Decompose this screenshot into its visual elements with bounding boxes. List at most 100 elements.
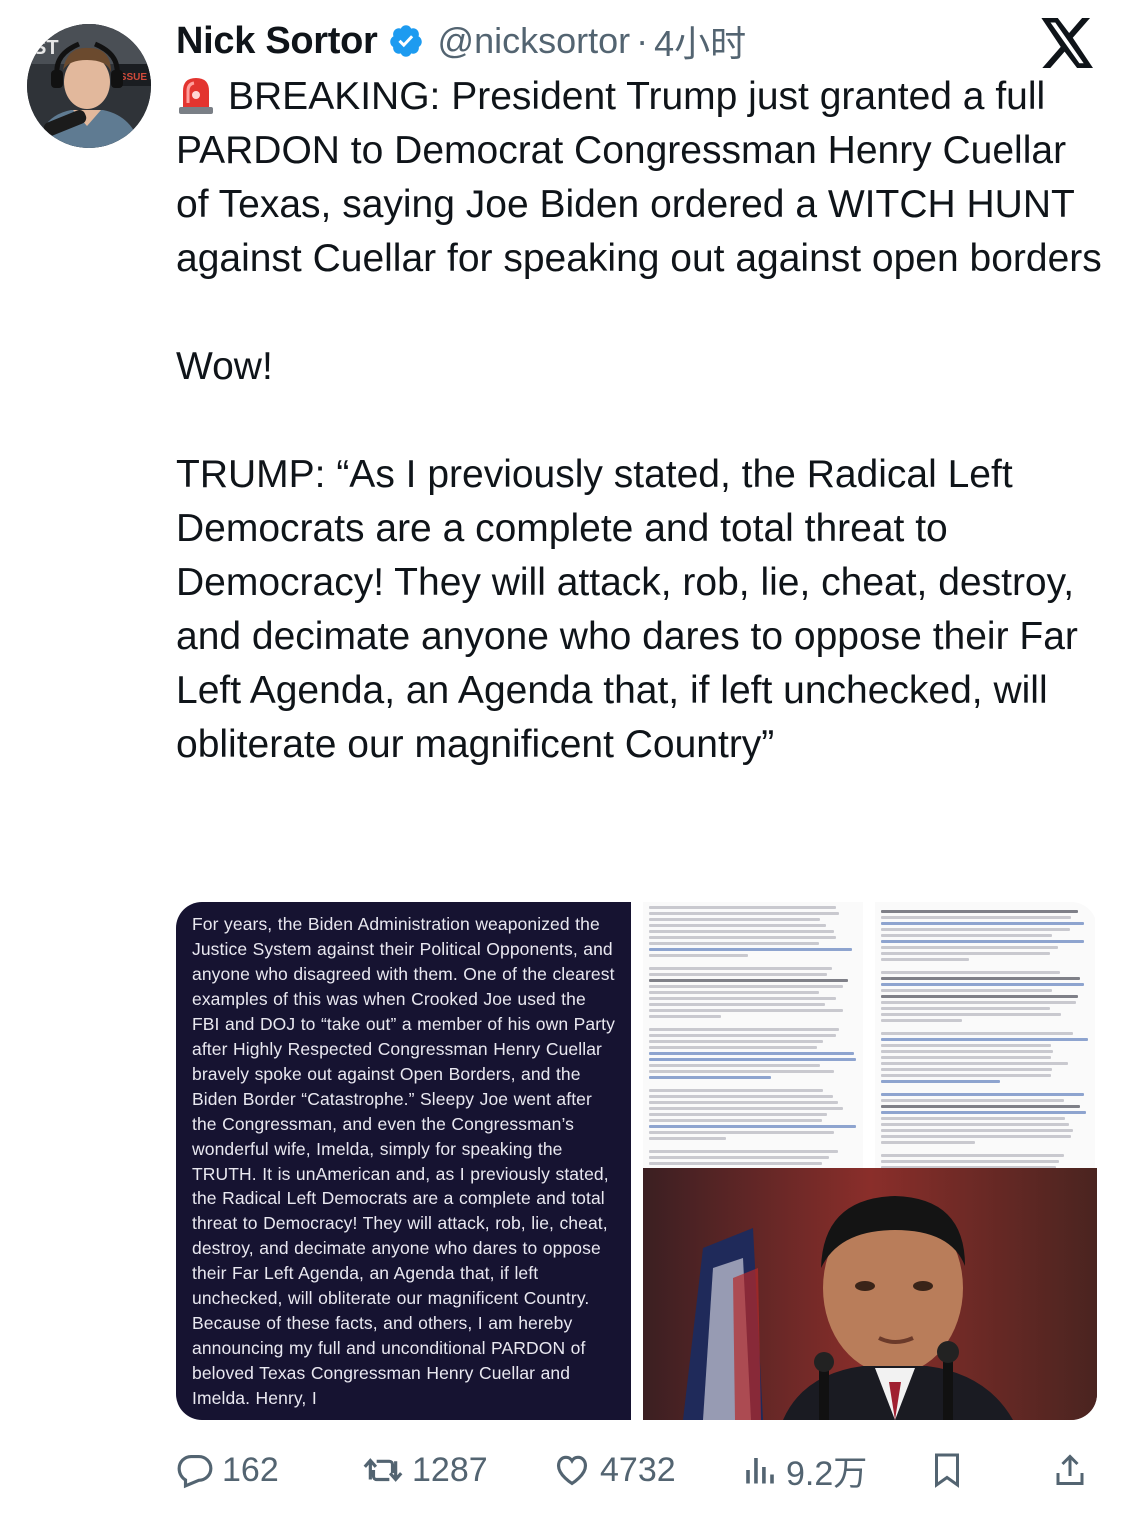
avatar-text-left: ST bbox=[33, 37, 59, 59]
letter-text-line bbox=[881, 1154, 1064, 1157]
letter-text-line bbox=[881, 1062, 1068, 1065]
letter-text-line bbox=[881, 1093, 1085, 1096]
siren-emoji-icon bbox=[179, 78, 213, 114]
letter-text-line bbox=[881, 1160, 1060, 1163]
bookmark-button[interactable] bbox=[932, 1444, 970, 1496]
tweet-text: BREAKING: President Trump just granted a… bbox=[176, 70, 1106, 772]
letter-text-line bbox=[649, 1028, 839, 1031]
author-name[interactable]: Nick Sortor bbox=[176, 20, 378, 63]
letter-text-line bbox=[649, 1125, 857, 1128]
letter-text-line bbox=[881, 1117, 1065, 1120]
letter-text-line bbox=[649, 1119, 823, 1122]
letter-text-line bbox=[881, 989, 1052, 992]
congressman-photo-illustration bbox=[643, 1168, 1097, 1420]
letter-text-line bbox=[649, 1113, 828, 1116]
letter-text-line bbox=[881, 916, 1072, 919]
statement-text: For years, the Biden Administration weap… bbox=[192, 914, 615, 1409]
letter-text-line bbox=[881, 1074, 1052, 1077]
letter-text-line bbox=[649, 979, 848, 982]
letter-text-line bbox=[881, 1019, 962, 1022]
letter-text-line bbox=[881, 1111, 1086, 1114]
letter-text-line bbox=[649, 906, 836, 909]
letter-text-line bbox=[881, 1007, 1050, 1010]
letter-text-line bbox=[649, 912, 839, 915]
letter-text-line bbox=[649, 985, 843, 988]
repost-button[interactable]: 1287 bbox=[362, 1444, 488, 1496]
avatar[interactable]: ST ISSUE bbox=[27, 24, 151, 148]
tweet-actions: 162 1287 4732 9.2万 bbox=[176, 1444, 1106, 1496]
letter-text-line bbox=[881, 1038, 1088, 1041]
repost-icon bbox=[363, 1458, 403, 1482]
reply-button[interactable]: 162 bbox=[176, 1444, 279, 1496]
letter-text-line bbox=[649, 967, 833, 970]
letter-text-line bbox=[881, 940, 1085, 943]
letter-text-line bbox=[649, 1137, 726, 1140]
letter-text-line bbox=[649, 1064, 821, 1067]
statement-image[interactable]: For years, the Biden Administration weap… bbox=[176, 902, 631, 1420]
views-button[interactable]: 9.2万 bbox=[742, 1444, 867, 1496]
letter-text-line bbox=[881, 995, 1079, 998]
letter-text-line bbox=[649, 918, 821, 921]
letter-text-line bbox=[881, 1032, 1073, 1035]
letter-text-line bbox=[881, 1013, 1062, 1016]
letter-text-line bbox=[881, 922, 1085, 925]
letter-text-line bbox=[649, 1046, 818, 1049]
letter-text-line bbox=[649, 1052, 855, 1055]
reply-icon bbox=[177, 1454, 213, 1489]
letter-text-line bbox=[881, 977, 1081, 980]
letter-text-line bbox=[881, 910, 1078, 913]
letter-text-line bbox=[881, 1099, 1064, 1102]
letter-text-line bbox=[649, 1095, 833, 1098]
avatar-image: ST ISSUE bbox=[27, 24, 151, 148]
like-button[interactable]: 4732 bbox=[552, 1444, 676, 1496]
letter-document-image[interactable] bbox=[631, 902, 1097, 1168]
letter-text-line bbox=[881, 1044, 1052, 1047]
share-icon bbox=[1056, 1454, 1084, 1485]
letter-text-line bbox=[649, 1089, 824, 1092]
letter-text-line bbox=[881, 946, 1058, 949]
letter-text-line bbox=[649, 936, 837, 939]
letter-text-line bbox=[649, 1009, 844, 1012]
letter-text-line bbox=[881, 1001, 1077, 1004]
letter-text-line bbox=[881, 1068, 1052, 1071]
letter-text-line bbox=[649, 1003, 826, 1006]
tweet-header: Nick Sortor @nicksortor · 4小时 bbox=[176, 16, 746, 66]
letter-text-line bbox=[649, 924, 826, 927]
letter-text-line bbox=[649, 942, 819, 945]
letter-text-line bbox=[649, 1101, 839, 1104]
letter-text-line bbox=[649, 1107, 844, 1110]
letter-text-line bbox=[881, 971, 1060, 974]
letter-text-line bbox=[881, 1123, 1069, 1126]
like-count: 4732 bbox=[600, 1450, 676, 1489]
heart-icon bbox=[556, 1455, 588, 1486]
verified-badge-icon bbox=[389, 25, 422, 57]
letter-text-line bbox=[881, 1135, 1072, 1138]
letter-text-line bbox=[881, 1056, 1052, 1059]
letter-text-line bbox=[649, 948, 852, 951]
x-logo-icon bbox=[1041, 18, 1093, 68]
views-chart-icon bbox=[746, 1458, 774, 1484]
repost-count: 1287 bbox=[412, 1450, 488, 1489]
letter-text-line bbox=[881, 983, 1084, 986]
author-handle[interactable]: @nicksortor bbox=[438, 20, 631, 62]
congressman-photo[interactable] bbox=[643, 1168, 1097, 1420]
letter-text-line bbox=[649, 991, 819, 994]
share-button[interactable] bbox=[1052, 1444, 1096, 1496]
letter-text-line bbox=[881, 1050, 1054, 1053]
tweet-timestamp[interactable]: 4小时 bbox=[654, 15, 746, 67]
media-grid[interactable]: For years, the Biden Administration weap… bbox=[176, 902, 1097, 1420]
letter-text-line bbox=[649, 930, 834, 933]
letter-text-line bbox=[881, 1080, 1001, 1083]
letter-text-line bbox=[881, 952, 1050, 955]
letter-text-line bbox=[649, 1150, 839, 1153]
letter-text-line bbox=[649, 1162, 822, 1165]
letter-text-line bbox=[881, 1129, 1074, 1132]
letter-text-line bbox=[649, 1076, 772, 1079]
letter-text-line bbox=[649, 1040, 823, 1043]
header-separator: · bbox=[636, 20, 649, 61]
letter-text-line bbox=[881, 928, 1070, 931]
letter-text-line bbox=[649, 1070, 834, 1073]
tweet-body: BREAKING: President Trump just granted a… bbox=[176, 75, 1102, 766]
view-count: 9.2万 bbox=[786, 1454, 868, 1493]
letter-page-left bbox=[643, 902, 863, 1168]
